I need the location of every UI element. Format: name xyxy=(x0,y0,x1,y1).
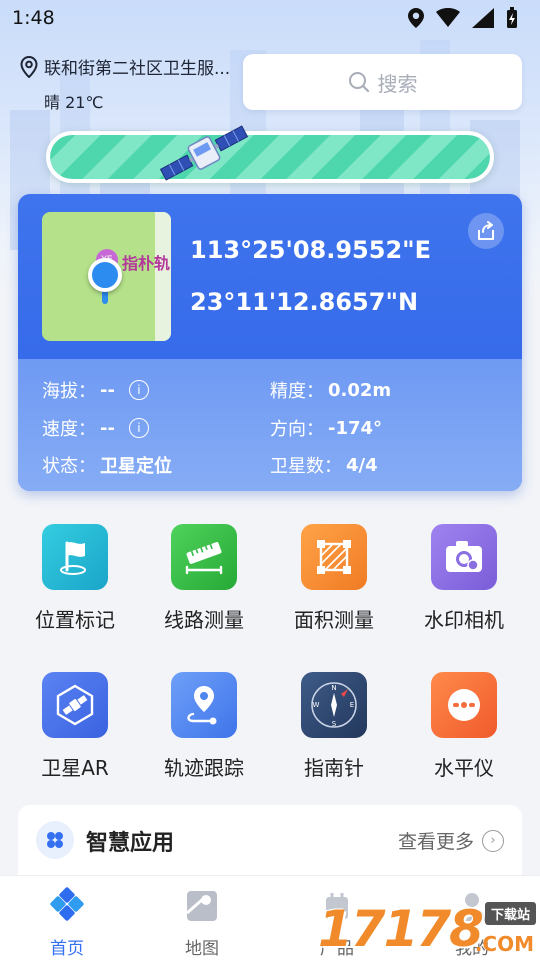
tool-label: 指南针 xyxy=(304,756,364,780)
home-icon xyxy=(47,886,87,926)
tool-label: 水印相机 xyxy=(424,608,504,632)
camera-icon xyxy=(431,524,497,590)
accuracy-value: 0.02m xyxy=(328,379,392,401)
altitude-value: -- xyxy=(100,379,115,401)
speed-row: 速度： -- i xyxy=(42,415,149,441)
altitude-label: 海拔： xyxy=(42,381,96,402)
share-icon xyxy=(478,221,494,240)
satellite-signal-bar xyxy=(46,131,494,183)
tool-label: 位置标记 xyxy=(35,608,115,632)
map-icon xyxy=(182,886,222,926)
smart-apps-icon xyxy=(36,821,74,859)
longitude-value: 113°25'08.9552"E xyxy=(190,236,432,264)
tab-map-label: 地图 xyxy=(185,939,219,959)
altitude-info-icon[interactable]: i xyxy=(128,380,149,400)
watermark-badge: 下载站 xyxy=(484,902,536,925)
latitude-value: 23°11'12.8657"N xyxy=(190,288,419,316)
status-value: 卫星定位 xyxy=(100,456,172,477)
direction-label: 方向： xyxy=(270,419,324,440)
tool-label: 面积测量 xyxy=(294,608,374,632)
tab-map[interactable]: 地图 xyxy=(152,886,252,959)
tool-level[interactable]: 水平仪 xyxy=(404,672,524,781)
level-icon xyxy=(431,672,497,738)
accuracy-row: 精度： 0.02m xyxy=(270,377,391,403)
direction-row: 方向： -174° xyxy=(270,415,382,441)
chevron-right-icon: › xyxy=(482,829,504,852)
position-card: YE 指朴轨 113°25'08.9552"E 23°11'12.8657"N … xyxy=(18,194,522,491)
tool-track[interactable]: 轨迹跟踪 xyxy=(144,672,264,781)
satellites-label: 卫星数： xyxy=(270,456,342,477)
smart-apps-section: 智慧应用 查看更多 › xyxy=(18,805,522,875)
satellite-signal-fill xyxy=(50,135,490,179)
weather-text: 晴 21℃ xyxy=(44,93,104,112)
speed-label: 速度： xyxy=(42,419,96,440)
map-place-label: 指朴轨 xyxy=(122,254,171,273)
map-road xyxy=(155,212,171,341)
current-location-text: 联和街第二社区卫生服... xyxy=(44,59,231,79)
tool-compass[interactable]: N S W E 指南针 xyxy=(274,672,394,781)
tool-location-mark[interactable]: 位置标记 xyxy=(15,524,135,633)
compass-icon: N S W E xyxy=(301,672,367,738)
view-more-label: 查看更多 xyxy=(397,831,474,853)
site-watermark: 17178 下载站 .COM xyxy=(318,898,540,960)
status-bar: 1:48 xyxy=(0,0,540,36)
status-time: 1:48 xyxy=(12,7,55,29)
tool-route-measure[interactable]: 线路测量 xyxy=(144,524,264,633)
search-placeholder: 搜索 xyxy=(377,71,418,96)
satellite-ar-icon xyxy=(42,672,108,738)
map-thumbnail[interactable]: YE 指朴轨 xyxy=(42,212,171,341)
location-pin-icon xyxy=(20,55,38,78)
smart-apps-title: 智慧应用 xyxy=(86,831,175,856)
tool-satellite-ar[interactable]: 卫星AR xyxy=(15,672,135,781)
svg-text:E: E xyxy=(350,701,354,709)
tool-label: 卫星AR xyxy=(41,756,109,780)
search-box[interactable]: 搜索 xyxy=(243,54,522,110)
tool-label: 水平仪 xyxy=(434,756,494,780)
share-button[interactable] xyxy=(468,213,504,249)
tool-area-measure[interactable]: 面积测量 xyxy=(274,524,394,633)
satellite-icon xyxy=(159,125,249,181)
position-details: 海拔： -- i 精度： 0.02m 速度： -- i 方向： -174° 状态… xyxy=(18,359,522,491)
wifi-icon xyxy=(436,8,460,27)
position-card-header: YE 指朴轨 113°25'08.9552"E 23°11'12.8657"N xyxy=(18,194,522,359)
map-pin-tail xyxy=(102,290,108,304)
svg-text:W: W xyxy=(313,701,320,709)
altitude-row: 海拔： -- i xyxy=(42,377,149,403)
tool-label: 轨迹跟踪 xyxy=(164,756,244,780)
tool-watermark-camera[interactable]: 水印相机 xyxy=(404,524,524,633)
svg-text:N: N xyxy=(331,684,336,692)
flag-icon xyxy=(42,524,108,590)
ruler-icon xyxy=(171,524,237,590)
area-icon xyxy=(301,524,367,590)
current-position-pin-icon xyxy=(88,258,122,292)
location-block[interactable]: 联和街第二社区卫生服... 晴 21℃ xyxy=(20,54,240,113)
watermark-number: 17178 xyxy=(318,900,484,958)
search-icon xyxy=(348,72,369,93)
battery-icon xyxy=(507,7,517,28)
accuracy-label: 精度： xyxy=(270,381,324,402)
signal-icon xyxy=(472,8,494,28)
view-more-link[interactable]: 查看更多 › xyxy=(398,827,504,854)
track-icon xyxy=(171,672,237,738)
status-label: 状态： xyxy=(42,456,96,477)
watermark-suffix: .COM xyxy=(474,932,534,956)
tool-label: 线路测量 xyxy=(164,608,244,632)
direction-value: -174° xyxy=(328,417,383,439)
location-status-icon xyxy=(408,8,424,28)
satellites-row: 卫星数： 4/4 xyxy=(270,452,378,478)
svg-text:S: S xyxy=(332,720,337,728)
speed-info-icon[interactable]: i xyxy=(128,418,149,438)
speed-value: -- xyxy=(100,417,115,439)
tab-home[interactable]: 首页 xyxy=(17,886,117,959)
status-row: 状态： 卫星定位 xyxy=(42,452,172,478)
tab-home-label: 首页 xyxy=(50,939,84,959)
satellites-value: 4/4 xyxy=(346,454,378,476)
